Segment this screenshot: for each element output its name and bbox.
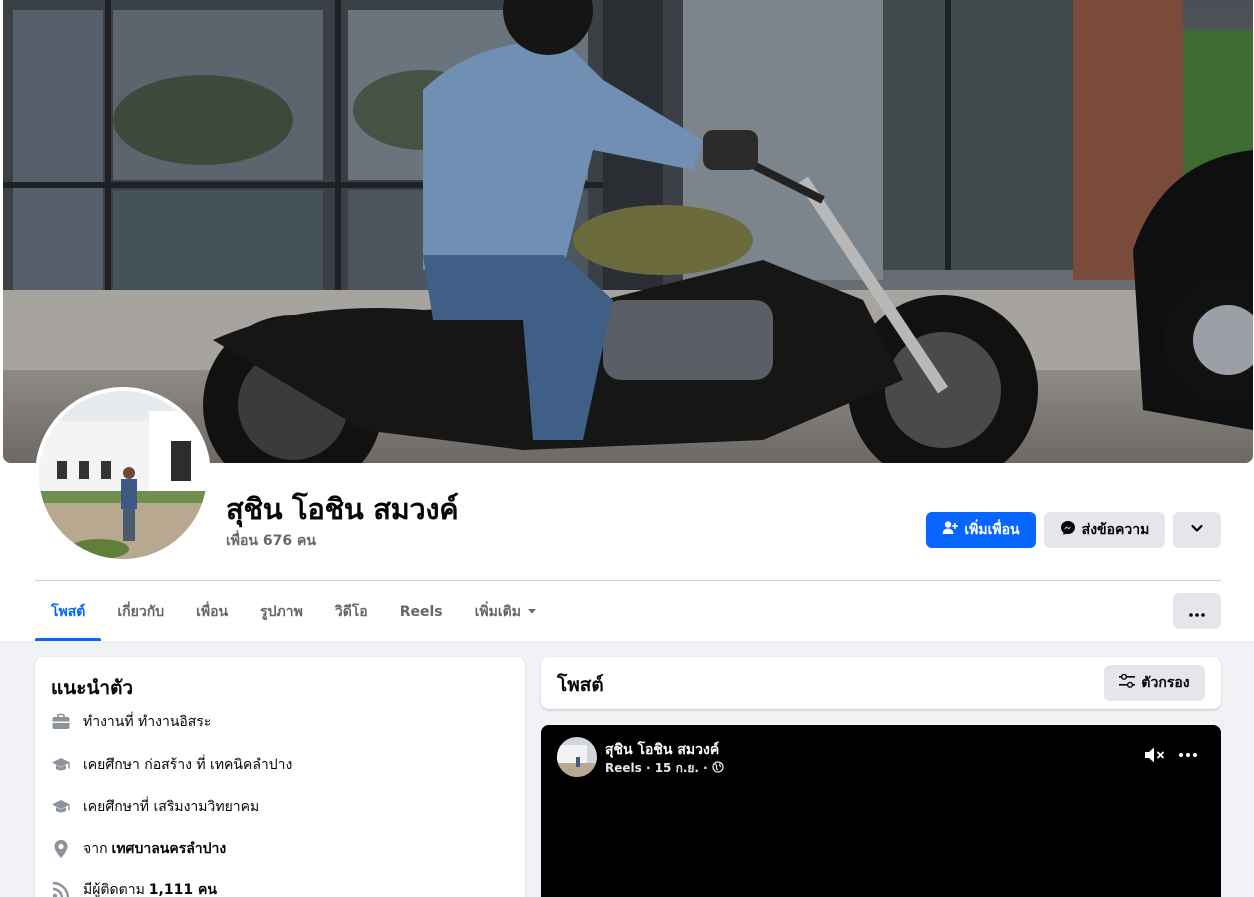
ellipsis-icon <box>1177 750 1199 769</box>
tab-photos[interactable]: รูปภาพ <box>244 582 319 641</box>
location-pin-icon <box>51 839 71 859</box>
message-button[interactable]: ส่งข้อความ <box>1044 512 1165 548</box>
intro-hometown-place[interactable]: เทศบาลนครลำปาง <box>112 838 227 860</box>
chevron-down-icon <box>1190 521 1204 539</box>
intro-education-1: เคยศึกษา ก่อสร้าง ที่ เทคนิคลำปาง <box>51 753 292 777</box>
profile-tabs: โพสต์ เกี่ยวกับ เพื่อน รูปภาพ วิดีโอ Ree… <box>35 582 553 641</box>
tab-label: Reels <box>399 603 443 620</box>
reel-author-avatar[interactable] <box>557 737 597 777</box>
filter-icon <box>1119 673 1136 692</box>
tab-label: โพสต์ <box>51 603 86 620</box>
friend-count[interactable]: เพื่อน 676 คน <box>226 530 316 552</box>
more-options-button[interactable] <box>1173 593 1221 629</box>
graduation-cap-icon <box>51 797 71 817</box>
rss-icon <box>51 880 71 897</box>
add-friend-button[interactable]: เพิ่มเพื่อน <box>926 512 1036 548</box>
tab-posts[interactable]: โพสต์ <box>35 582 102 641</box>
intro-followers-count[interactable]: 1,111 คน <box>149 879 217 897</box>
posts-title: โพสต์ <box>557 674 604 696</box>
add-friend-icon <box>942 520 959 540</box>
profile-name: สุชิน โอชิน สมวงค์ <box>226 492 459 526</box>
tab-more[interactable]: เพิ่มเติม <box>459 582 553 641</box>
add-friend-label: เพิ่มเพื่อน <box>964 522 1020 538</box>
reel-more-button[interactable] <box>1177 745 1199 769</box>
graduation-cap-icon <box>51 755 71 775</box>
filter-button[interactable]: ตัวกรอง <box>1104 665 1205 701</box>
intro-work-text: ทำงานที่ ทำงานอิสระ <box>83 714 212 730</box>
intro-education-1-text: เคยศึกษา ก่อสร้าง ที่ เทคนิคลำปาง <box>83 757 293 773</box>
posts-header-card: โพสต์ ตัวกรอง <box>541 657 1221 709</box>
intro-work: ทำงานที่ ทำงานอิสระ <box>51 710 211 734</box>
ellipsis-icon <box>1189 602 1205 621</box>
intro-hometown: จาก เทศบาลนครลำปาง <box>51 837 226 861</box>
intro-followers-prefix: มีผู้ติดตาม <box>83 882 145 897</box>
tab-about[interactable]: เกี่ยวกับ <box>101 582 180 641</box>
intro-followers: มีผู้ติดตาม 1,111 คน <box>51 878 217 897</box>
tab-reels[interactable]: Reels <box>384 582 459 641</box>
globe-icon <box>712 761 724 776</box>
intro-education-2-text: เคยศึกษาที่ เสริมงามวิทยาคม <box>83 799 260 815</box>
intro-education-2: เคยศึกษาที่ เสริมงามวิทยาคม <box>51 795 259 819</box>
header-divider <box>35 580 1221 581</box>
profile-options-button[interactable] <box>1173 512 1221 548</box>
tab-label: เพื่อน <box>196 603 229 620</box>
cover-photo[interactable] <box>3 0 1253 463</box>
reel-post[interactable]: สุชิน โอชิน สมวงค์ Reels · 15 ก.ย. · <box>541 725 1221 897</box>
tab-label: เพิ่มเติม <box>474 603 521 620</box>
intro-card: แนะนำตัว ทำงานที่ ทำงานอิสระ เคยศึกษา ก่… <box>35 657 525 897</box>
tab-label: วิดีโอ <box>334 603 368 620</box>
tab-friends[interactable]: เพื่อน <box>180 582 244 641</box>
intro-hometown-prefix: จาก <box>83 841 108 857</box>
tab-label: เกี่ยวกับ <box>117 603 165 620</box>
mute-button[interactable] <box>1144 745 1166 769</box>
briefcase-icon <box>51 712 71 732</box>
profile-avatar[interactable] <box>35 387 211 563</box>
speaker-muted-icon <box>1144 747 1166 769</box>
filter-label: ตัวกรอง <box>1141 675 1190 691</box>
tab-label: รูปภาพ <box>260 603 303 620</box>
reel-meta: Reels · 15 ก.ย. · <box>605 759 724 778</box>
intro-title: แนะนำตัว <box>51 677 134 699</box>
caret-down-icon <box>527 604 537 620</box>
tab-videos[interactable]: วิดีโอ <box>319 582 384 641</box>
reel-meta-text[interactable]: Reels · 15 ก.ย. · <box>605 759 708 778</box>
message-label: ส่งข้อความ <box>1081 522 1150 538</box>
reel-author-name[interactable]: สุชิน โอชิน สมวงค์ <box>605 739 719 761</box>
messenger-icon <box>1060 520 1076 540</box>
